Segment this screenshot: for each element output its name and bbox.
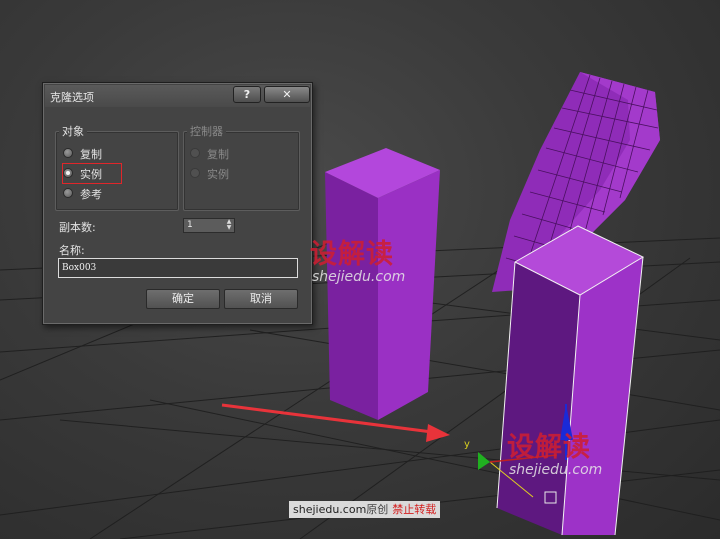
credit-banner: shejiedu.com原创 禁止转载	[289, 501, 441, 518]
help-button[interactable]: ?	[233, 86, 261, 103]
radio-dot	[63, 188, 73, 198]
controller-group	[183, 131, 300, 211]
radio-dot	[190, 148, 200, 158]
name-label: 名称:	[59, 244, 85, 257]
dialog-titlebar[interactable]: 克隆选项 ? ✕	[45, 85, 310, 107]
dialog-title: 克隆选项	[50, 91, 94, 104]
object-group-label: 对象	[59, 123, 87, 139]
watermark-logo: 设解读 shejiedu.com	[310, 239, 406, 285]
close-icon: ✕	[282, 88, 292, 101]
instance-highlight-box	[62, 163, 122, 184]
red-arrow-annotation	[221, 403, 450, 442]
copies-spinner[interactable]: 1 ▲ ▼	[183, 218, 235, 233]
box-object-clone[interactable]	[496, 225, 645, 536]
copies-value: 1	[187, 220, 193, 230]
cancel-button[interactable]: 取消	[224, 289, 298, 309]
spinner-arrows-icon[interactable]: ▲ ▼	[225, 219, 233, 232]
radio-dot	[63, 148, 73, 158]
radio-dot	[190, 168, 200, 178]
ok-button[interactable]: 确定	[146, 289, 220, 309]
gizmo-y-label: y	[464, 439, 470, 450]
copies-label: 副本数:	[59, 221, 96, 234]
controller-group-label: 控制器	[187, 123, 226, 139]
dialog-body: 对象 复制 实例 参考 控制器 复制 实例 副本数: 1 ▲ ▼ 名称: Box…	[49, 109, 306, 318]
watermark-logo: 设解读 shejiedu.com	[507, 432, 603, 478]
clone-options-dialog: 克隆选项 ? ✕ 对象 复制 实例 参考 控制器 复制 实例 副本数: 1 ▲ …	[42, 82, 313, 325]
name-input[interactable]: Box003	[58, 258, 298, 278]
close-button[interactable]: ✕	[264, 86, 310, 103]
